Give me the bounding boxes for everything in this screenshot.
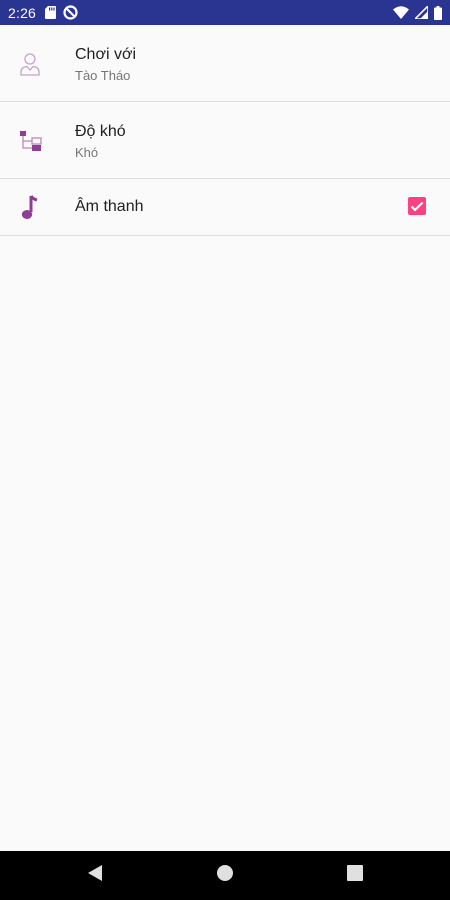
setting-summary: Khó (75, 145, 99, 160)
setting-difficulty-text: Độ khó Khó (75, 122, 126, 162)
data-saver-icon (63, 5, 78, 20)
wifi-icon (393, 6, 409, 19)
status-time: 2:26 (8, 4, 37, 21)
back-button[interactable] (65, 851, 125, 900)
person-icon (16, 50, 44, 78)
setting-title: Độ khó (75, 123, 126, 140)
recents-icon (347, 865, 363, 886)
screen: 2:26 Chơi với Tào Tháo Độ khó Khó Âm tha… (0, 0, 450, 900)
setting-difficulty[interactable]: Độ khó Khó (0, 102, 450, 179)
setting-summary: Tào Tháo (75, 68, 131, 83)
status-bar: 2:26 (0, 0, 450, 25)
status-right-icons (393, 5, 442, 20)
setting-title: Âm thanh (75, 198, 144, 215)
recents-button[interactable] (325, 851, 385, 900)
hierarchy-icon (16, 127, 44, 155)
sd-card-icon (45, 6, 57, 19)
home-button[interactable] (195, 851, 255, 900)
setting-sound[interactable]: Âm thanh (0, 179, 450, 236)
settings-list: Chơi với Tào Tháo Độ khó Khó Âm thanh (0, 25, 450, 236)
signal-icon (415, 6, 428, 19)
battery-icon (434, 5, 442, 20)
navigation-bar (0, 851, 450, 900)
music-note-icon (16, 194, 44, 222)
setting-play-with-text: Chơi với Tào Tháo (75, 45, 136, 85)
setting-title: Chơi với (75, 46, 136, 63)
setting-play-with[interactable]: Chơi với Tào Tháo (0, 25, 450, 102)
status-left-icons (45, 5, 78, 20)
home-icon (216, 864, 234, 887)
back-icon (87, 864, 103, 887)
sound-checkbox[interactable] (408, 197, 426, 215)
